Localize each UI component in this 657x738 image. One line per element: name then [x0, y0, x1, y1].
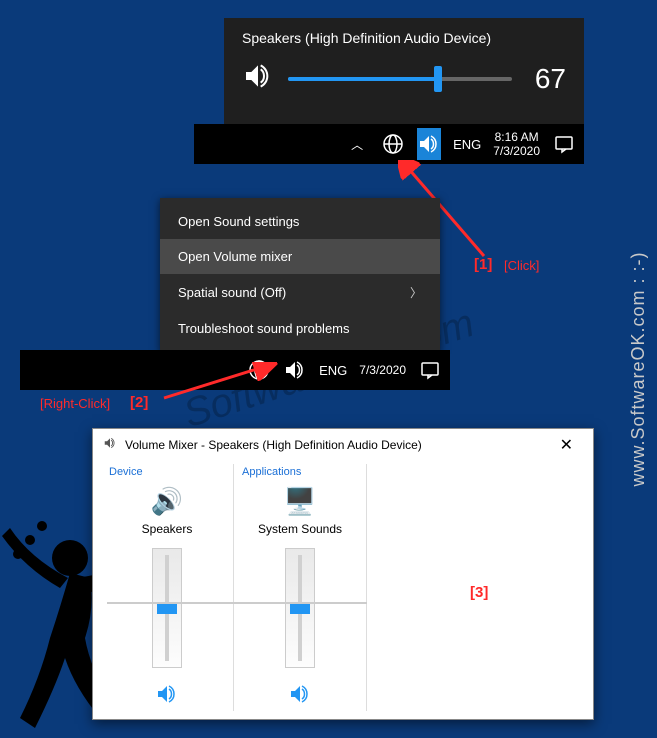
date-label: 7/3/2020	[359, 363, 406, 377]
annotation-2-label: [Right-Click]	[40, 396, 110, 411]
volume-flyout: Speakers (High Definition Audio Device) …	[224, 18, 584, 124]
menu-open-sound-settings[interactable]: Open Sound settings	[160, 204, 440, 239]
window-titlebar[interactable]: Volume Mixer - Speakers (High Definition…	[93, 429, 593, 460]
chevron-right-icon: 〉	[410, 284, 422, 301]
window-title: Volume Mixer - Speakers (High Definition…	[125, 438, 422, 452]
app-mute-button[interactable]	[288, 682, 312, 711]
app-volume-slider[interactable]	[285, 548, 315, 668]
notifications-icon[interactable]	[418, 354, 442, 386]
volume-slider[interactable]	[288, 77, 512, 81]
volume-tray-icon[interactable]	[417, 128, 441, 160]
app-name: System Sounds	[258, 522, 342, 536]
menu-open-volume-mixer[interactable]: Open Volume mixer	[160, 239, 440, 274]
system-sounds-icon[interactable]: 🖥️	[283, 484, 317, 518]
clock[interactable]: 8:16 AM 7/3/2020	[493, 130, 540, 158]
apps-section-label: Applications	[242, 466, 360, 478]
device-name: Speakers	[142, 522, 193, 536]
device-section-label: Device	[109, 466, 227, 478]
notifications-icon[interactable]	[552, 128, 576, 160]
speaker-device-icon[interactable]: 🔊	[150, 484, 184, 518]
language-indicator[interactable]: ENG	[453, 137, 481, 152]
close-button[interactable]: ✕	[550, 435, 583, 455]
time-label: 8:16 AM	[493, 130, 540, 144]
menu-troubleshoot[interactable]: Troubleshoot sound problems	[160, 311, 440, 346]
device-mute-button[interactable]	[155, 682, 179, 711]
clock[interactable]: 7/3/2020	[359, 363, 406, 377]
volume-value: 67	[526, 63, 566, 95]
device-column: 🔊 Speakers	[107, 484, 227, 711]
app-column: 🖥️ System Sounds	[240, 484, 360, 711]
date-label: 7/3/2020	[493, 144, 540, 158]
taskbar: ︿ ENG 8:16 AM 7/3/2020	[194, 124, 584, 164]
volume-device-title: Speakers (High Definition Audio Device)	[242, 30, 566, 46]
annotation-1: [1]	[474, 256, 492, 273]
menu-spatial-sound[interactable]: Spatial sound (Off)〉	[160, 274, 440, 311]
volume-tray-icon[interactable]	[283, 354, 307, 386]
annotation-1-label: [Click]	[504, 258, 539, 273]
speaker-icon[interactable]	[242, 60, 274, 97]
network-icon[interactable]	[381, 128, 405, 160]
device-volume-slider[interactable]	[152, 548, 182, 668]
watermark-url: www.SoftwareOK.com : :-)	[628, 251, 649, 486]
volume-context-menu: Open Sound settings Open Volume mixer Sp…	[160, 198, 440, 352]
language-indicator[interactable]: ENG	[319, 363, 347, 378]
annotation-2: [2]	[130, 394, 148, 411]
speaker-icon	[103, 436, 117, 453]
annotation-3: [3]	[470, 584, 488, 601]
volume-mixer-window: Volume Mixer - Speakers (High Definition…	[92, 428, 594, 720]
tray-chevron-icon[interactable]: ︿	[345, 128, 369, 160]
